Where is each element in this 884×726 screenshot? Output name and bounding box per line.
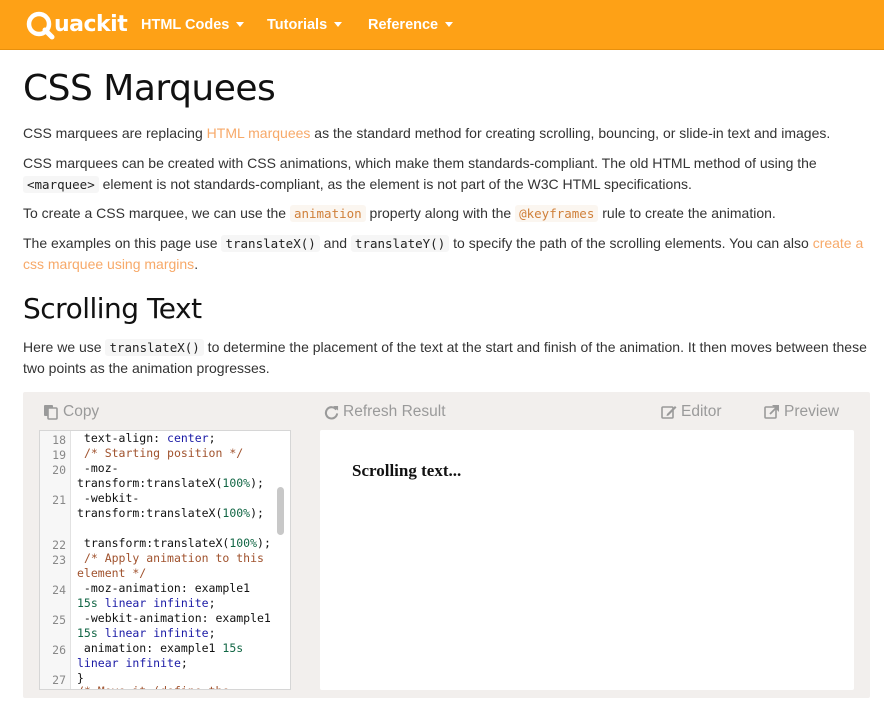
edit-icon <box>661 406 677 419</box>
translatex-code: translateX() <box>221 235 320 252</box>
page-title: CSS Marquees <box>23 68 276 109</box>
line-number: 25 <box>52 613 66 627</box>
refresh-result-button[interactable]: Refresh Result <box>324 402 446 422</box>
editor-scrollbar[interactable] <box>277 487 284 535</box>
section-title: Scrolling Text <box>23 292 202 325</box>
scrolling-text-result: Scrolling text... <box>352 461 462 480</box>
text: CSS marquees can be created with CSS ani… <box>23 155 817 171</box>
marquee-code: <marquee> <box>23 176 99 193</box>
nav-html-codes-label: HTML Codes <box>141 17 230 33</box>
translatex-code: translateX() <box>105 339 204 356</box>
copy-icon <box>44 405 58 420</box>
line-number: 18 <box>52 433 66 447</box>
standards-paragraph: CSS marquees can be created with CSS ani… <box>23 153 873 195</box>
nav-tutorials[interactable]: Tutorials <box>267 0 343 50</box>
keyframes-code-link[interactable]: @keyframes <box>515 205 599 222</box>
top-navbar: uackit HTML Codes Tutorials Reference <box>0 0 884 50</box>
logo-q-icon <box>26 11 55 39</box>
code-line: /* Apply animation to this <box>83 551 264 565</box>
scrolling-text-paragraph: Here we use translateX() to determine th… <box>23 337 873 379</box>
code-editor[interactable]: 18 19 20 21 22 23 24 25 26 27 text-align… <box>39 430 291 690</box>
code-line: animation: example1 15s <box>77 641 244 655</box>
line-number: 24 <box>52 583 66 597</box>
text: To create a CSS marquee, we can use the <box>23 205 290 221</box>
code-line: /* Move it (define the <box>77 684 229 689</box>
text: Here we use <box>23 339 106 355</box>
quackit-logo[interactable]: uackit <box>26 9 128 41</box>
code-line: -moz- <box>77 461 119 475</box>
code-line: element */ <box>77 566 147 580</box>
line-number: 21 <box>52 493 66 507</box>
text: rule to create the animation. <box>598 205 776 221</box>
editor-button[interactable]: Editor <box>661 402 722 422</box>
line-number: 23 <box>52 553 66 567</box>
copy-label: Copy <box>63 403 100 420</box>
code-line: transform:translateX(100%); <box>77 506 264 520</box>
code-line: text-align: center; <box>77 431 216 445</box>
text: and <box>319 235 351 251</box>
caret-down-icon <box>236 21 245 27</box>
code-line: 15s linear infinite; <box>77 596 216 610</box>
nav-reference[interactable]: Reference <box>368 0 454 50</box>
caret-down-icon <box>334 21 343 27</box>
line-number: 26 <box>52 643 66 657</box>
nav-tutorials-label: Tutorials <box>267 17 328 33</box>
external-link-icon <box>764 405 779 419</box>
animation-paragraph: To create a CSS marquee, we can use the … <box>23 203 873 224</box>
text: to specify the path of the scrolling ele… <box>449 235 813 251</box>
text: as the standard method for creating scro… <box>310 125 831 141</box>
text: property along with the <box>365 205 516 221</box>
line-number: 22 <box>52 538 66 552</box>
line-number: 20 <box>52 463 66 477</box>
logo-text: uackit <box>54 12 128 37</box>
line-number: 27 <box>52 673 66 687</box>
line-number-gutter: 18 19 20 21 22 23 24 25 26 27 <box>40 431 71 689</box>
translatey-code: translateY() <box>350 235 450 252</box>
text: The examples on this page use <box>23 235 222 251</box>
editor-label: Editor <box>681 403 722 420</box>
code-line: -webkit- <box>77 491 140 505</box>
code-line: transform:translateX(100%); <box>77 536 271 550</box>
caret-down-icon <box>445 21 454 27</box>
code-example-panel: Copy Refresh Result Editor Preview 18 19… <box>23 392 870 698</box>
preview-label: Preview <box>784 403 840 420</box>
preview-button[interactable]: Preview <box>764 402 839 422</box>
nav-html-codes[interactable]: HTML Codes <box>141 0 245 50</box>
text: . <box>194 256 199 272</box>
translate-paragraph: The examples on this page use translateX… <box>23 233 873 275</box>
code-line: -moz-animation: example1 <box>77 581 251 595</box>
line-number: 19 <box>52 448 66 462</box>
code-line: transform:translateX(100%); <box>77 476 264 490</box>
intro-paragraph: CSS marquees are replacing HTML marquees… <box>23 123 873 144</box>
code-line: -webkit-animation: example1 <box>77 611 271 625</box>
code-line: 15s linear infinite; <box>77 626 216 640</box>
html-marquees-link[interactable]: HTML marquees <box>207 125 311 141</box>
refresh-result-label: Refresh Result <box>343 403 446 420</box>
refresh-icon <box>324 405 339 419</box>
result-preview: Scrolling text... <box>320 430 854 690</box>
text: element is not standards-compliant, as t… <box>98 176 692 192</box>
copy-button[interactable]: Copy <box>43 402 99 422</box>
nav-reference-label: Reference <box>368 17 439 33</box>
code-line: linear infinite; <box>77 656 188 670</box>
animation-code-link[interactable]: animation <box>289 205 366 222</box>
code-line: /* Starting position */ <box>83 446 244 460</box>
text: CSS marquees are replacing <box>23 125 207 141</box>
